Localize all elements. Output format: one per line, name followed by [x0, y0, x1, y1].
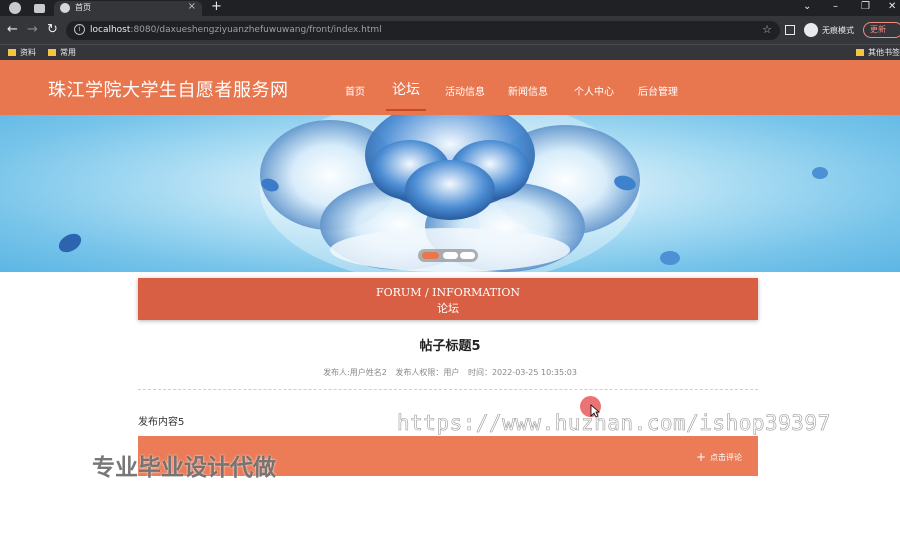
text-watermark: 专业毕业设计代做 — [92, 455, 276, 481]
section-title-en: FORUM / INFORMATION — [376, 286, 520, 299]
browser-tab-active[interactable]: 首页 × — [54, 1, 202, 16]
close-window-button[interactable]: ✕ — [888, 1, 896, 12]
incognito-label: 无痕模式 — [822, 26, 854, 35]
new-tab-button[interactable]: + — [211, 0, 222, 14]
bookmark-star-icon[interactable]: ☆ — [762, 23, 772, 36]
tab-title: 首页 — [75, 3, 91, 12]
close-tab-icon[interactable]: × — [188, 1, 196, 12]
bookmarks-bar: 资料 常用 其他书签 — [0, 44, 900, 60]
globe-icon — [60, 3, 70, 13]
forward-icon[interactable]: → — [27, 22, 38, 37]
post-permission: 发布人权限：用户 — [395, 368, 460, 377]
address-bar[interactable]: i localhost:8080/daxueshengziyuanzhefuwu… — [66, 21, 780, 40]
plus-icon: + — [695, 450, 706, 464]
section-title-bar: FORUM / INFORMATION 论坛 — [138, 278, 758, 320]
bookmark-folder[interactable]: 常用 — [48, 47, 76, 58]
post-title: 帖子标题5 — [419, 339, 481, 354]
carousel-dot[interactable] — [422, 252, 439, 259]
browser-toolbar: ← → ↻ i localhost:8080/daxueshengziyuanz… — [0, 16, 900, 44]
other-bookmarks[interactable]: 其他书签 — [856, 47, 900, 58]
nav-forum[interactable]: 论坛 — [392, 79, 420, 99]
update-button[interactable]: 更新 — [863, 22, 900, 38]
url-watermark: https://www.huzhan.com/ishop39397 — [397, 411, 831, 436]
site-header: 珠江学院大学生自愿者服务网 首页 论坛 活动信息 新闻信息 个人中心 后台管理 — [0, 60, 900, 115]
nav-home[interactable]: 首页 — [345, 83, 365, 98]
carousel-dot[interactable] — [460, 252, 475, 259]
carousel-indicators — [418, 249, 478, 262]
mouse-cursor-icon — [590, 404, 600, 418]
side-panel-icon[interactable] — [785, 25, 795, 35]
folder-icon — [8, 49, 16, 56]
chevron-down-icon[interactable]: ⌄ — [803, 1, 811, 12]
carousel-dot[interactable] — [443, 252, 458, 259]
section-title-cn: 论坛 — [437, 302, 459, 315]
url-text[interactable]: localhost:8080/daxueshengziyuanzhefuwuwa… — [90, 25, 382, 35]
bookmark-folder[interactable]: 资料 — [8, 47, 36, 58]
browser-profile-icon[interactable] — [9, 2, 21, 14]
post-meta: 发布人:用户姓名2 发布人权限：用户 时间：2022-03-25 10:35:0… — [0, 367, 900, 378]
nav-active-indicator — [386, 109, 426, 111]
minimize-button[interactable]: – — [833, 1, 838, 12]
maximize-button[interactable]: ❐ — [861, 1, 870, 12]
browser-tab-bar: 首页 × + ⌄ – ❐ ✕ — [0, 0, 900, 16]
folder-icon — [48, 49, 56, 56]
post-time: 时间：2022-03-25 10:35:03 — [467, 368, 577, 377]
nav-activities[interactable]: 活动信息 — [445, 83, 485, 98]
divider — [138, 389, 758, 390]
reload-icon[interactable]: ↻ — [47, 22, 58, 37]
nav-news[interactable]: 新闻信息 — [508, 83, 548, 98]
tab-search-icon[interactable] — [34, 4, 45, 13]
post-author: 发布人:用户姓名2 — [323, 368, 387, 377]
nav-admin[interactable]: 后台管理 — [638, 83, 678, 98]
incognito-icon — [804, 23, 818, 37]
comment-button[interactable]: + 点击评论 — [696, 450, 742, 464]
site-info-icon[interactable]: i — [74, 24, 85, 35]
post-content: 发布内容5 — [138, 417, 185, 428]
nav-personal-center[interactable]: 个人中心 — [574, 83, 614, 98]
folder-icon — [856, 49, 864, 56]
site-title[interactable]: 珠江学院大学生自愿者服务网 — [48, 76, 289, 102]
back-icon[interactable]: ← — [7, 22, 18, 37]
